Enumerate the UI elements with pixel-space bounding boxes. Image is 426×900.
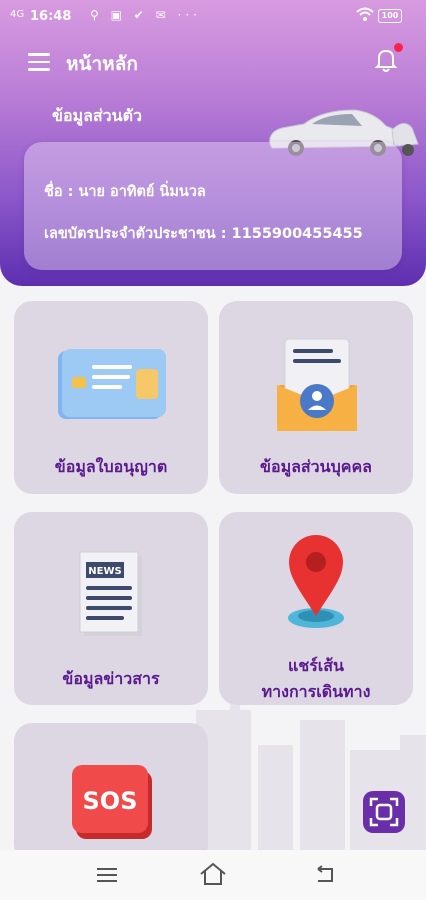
- hamburger-menu-icon[interactable]: [28, 53, 50, 71]
- status-time: 16:48: [30, 9, 72, 24]
- profile-document-icon: [277, 338, 357, 431]
- profile-info-card: ชื่อ : นาย อาทิตย์ นิ่มนวล เลขบัตรประจำต…: [24, 142, 402, 270]
- personal-info-tile[interactable]: ข้อมูลส่วนบุคคล: [219, 301, 413, 494]
- location-pin-icon: [288, 535, 344, 628]
- news-info-tile[interactable]: NEWS ข้อมูลข่าวสาร: [14, 512, 208, 705]
- sos-tile[interactable]: SOS: [14, 723, 208, 863]
- notification-badge: [394, 43, 403, 52]
- status-notification-icons: ⚲ ▣ ✔ ✉ ···: [90, 8, 201, 22]
- section-title: ข้อมูลส่วนตัว: [52, 106, 142, 125]
- tile-label: ข้อมูลข่าวสาร: [62, 669, 160, 688]
- sos-label: SOS: [83, 787, 138, 815]
- network-indicator: 4G: [10, 9, 25, 20]
- qr-scan-button[interactable]: [363, 791, 405, 833]
- page-title: หน้าหลัก: [66, 53, 138, 75]
- sos-icon: SOS: [72, 765, 152, 839]
- svg-text:NEWS: NEWS: [88, 566, 121, 577]
- news-icon: NEWS: [79, 551, 142, 636]
- status-bar: 4G 16:48 ⚲ ▣ ✔ ✉ ··· 100: [0, 0, 426, 34]
- share-route-tile[interactable]: แชร์เส้น ทางการเดินทาง: [219, 512, 413, 705]
- battery-icon: 100: [378, 9, 402, 23]
- id-card-icon: [58, 349, 166, 419]
- profile-id-number: เลขบัตรประจำตัวประชาชน : 1155900455455: [44, 226, 363, 242]
- tile-label-line2: ทางการเดินทาง: [261, 682, 371, 701]
- wifi-icon: [356, 7, 374, 21]
- system-nav-bar: [0, 850, 426, 900]
- recent-apps-icon[interactable]: [96, 866, 118, 884]
- license-info-tile[interactable]: ข้อมูลใบอนุญาต: [14, 301, 208, 494]
- tile-label: ข้อมูลส่วนบุคคล: [260, 457, 372, 476]
- scan-icon: [369, 797, 399, 827]
- tile-label-line1: แชร์เส้น: [288, 656, 344, 675]
- home-icon[interactable]: [199, 862, 227, 886]
- profile-name: ชื่อ : นาย อาทิตย์ นิ่มนวล: [44, 184, 206, 200]
- tile-label: ข้อมูลใบอนุญาต: [54, 457, 168, 476]
- back-icon[interactable]: [314, 865, 336, 885]
